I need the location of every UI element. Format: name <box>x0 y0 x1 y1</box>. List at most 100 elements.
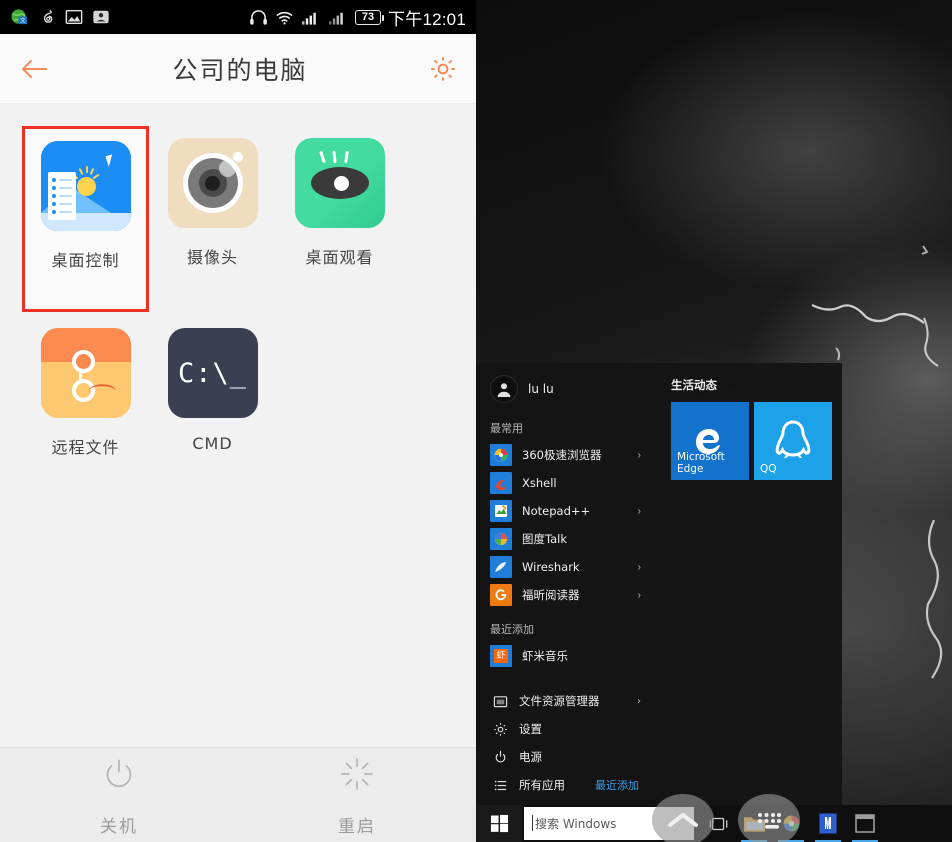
app-camera[interactable]: 摄像头 <box>149 126 276 312</box>
start-menu: lu lu 最常用 360极速浏览器 › Xshell Notepad++ › … <box>476 363 842 805</box>
phone-bottom-bar: 关机 重启 <box>0 747 476 842</box>
start-item-label: 虾米音乐 <box>522 649 568 663</box>
app-remote-file[interactable]: 远程文件 <box>22 316 149 502</box>
windows-desktop-pane: 图像 1.png 测试网络脚本 ROS 虾 虾米音乐 网络问题出口修改.txt … <box>476 0 952 842</box>
start-item-label: Wireshark <box>522 560 580 574</box>
most-used-title: 最常用 <box>490 422 523 435</box>
svg-text:文: 文 <box>20 16 26 24</box>
windows-taskbar: 搜索 Windows <box>476 805 952 842</box>
tile-list: Microsoft Edge QQ <box>671 402 832 480</box>
app-desktop-control[interactable]: 桌面控制 <box>22 126 149 312</box>
start-menu-tiles-column: 生活动态 Microsoft Edge QQ <box>657 363 842 805</box>
search-placeholder-label: 搜索 Windows <box>535 817 617 831</box>
xshell-icon <box>490 472 512 494</box>
start-item-xshell[interactable]: Xshell <box>476 469 657 497</box>
start-item-all-apps[interactable]: 所有应用 最近添加 <box>476 771 657 799</box>
start-menu-bottom-items: 文件资源管理器 › 设置 电源 所有应用 最近添加 <box>476 687 657 805</box>
start-item-label: 所有应用 <box>519 778 565 792</box>
nav-keyboard-button[interactable] <box>738 794 800 842</box>
gear-icon[interactable] <box>428 54 458 84</box>
start-item-foxit-reader[interactable]: 福昕阅读器 › <box>476 581 657 609</box>
remote-file-icon <box>40 328 131 418</box>
chevron-right-icon[interactable]: › <box>638 562 647 573</box>
tile-label: QQ <box>760 463 777 475</box>
keyboard-icon <box>758 813 781 829</box>
app-desktop-view[interactable]: 桌面观看 <box>276 126 403 312</box>
start-button[interactable] <box>476 805 522 842</box>
notepadpp-icon <box>490 500 512 522</box>
app-label: CMD <box>192 434 233 453</box>
start-item-label: Notepad++ <box>522 504 591 518</box>
360-browser-icon <box>490 444 512 466</box>
android-status-bar: 文 73 下午12:01 <box>0 0 476 34</box>
eye-icon <box>294 138 385 228</box>
start-item-label: 360极速浏览器 <box>522 448 602 462</box>
start-item-talk[interactable]: 图度Talk <box>476 525 657 553</box>
desktop-control-icon <box>40 141 131 231</box>
app-grid-row-1: 桌面控制 摄像头 桌面观看 <box>0 126 476 312</box>
app-label: 桌面控制 <box>51 251 120 270</box>
start-item-label: 设置 <box>519 722 542 736</box>
start-item-notepadpp[interactable]: Notepad++ › <box>476 497 657 525</box>
xiami-music-icon: 虾 <box>490 645 512 667</box>
wireshark-icon <box>490 556 512 578</box>
start-item-power[interactable]: 电源 <box>476 743 657 771</box>
app-grid-area: 桌面控制 摄像头 桌面观看 远程文件 C:\_ CMD <box>0 104 476 750</box>
restart-button[interactable]: 重启 <box>238 748 476 842</box>
app-header: 公司的电脑 <box>0 34 476 104</box>
folder-icon <box>492 693 508 709</box>
list-icon <box>492 777 508 793</box>
cmd-icon: C:\_ <box>167 328 258 418</box>
netease-music-icon <box>38 8 56 26</box>
shutdown-label: 关机 <box>100 817 138 837</box>
gallery-icon <box>65 8 83 26</box>
signal-sim2-icon <box>328 9 348 26</box>
shutdown-button[interactable]: 关机 <box>0 748 238 842</box>
username-label: lu lu <box>528 382 554 396</box>
app-label: 桌面观看 <box>305 248 374 267</box>
cmd-glyph: C:\_ <box>177 357 248 389</box>
tiles-group-title: 生活动态 <box>671 378 717 392</box>
chevron-right-icon[interactable]: › <box>638 590 647 601</box>
restart-icon <box>336 753 378 800</box>
status-clock: 下午12:01 <box>388 9 466 29</box>
app-cmd[interactable]: C:\_ CMD <box>149 316 276 502</box>
app-grid-row-2: 远程文件 C:\_ CMD <box>0 316 476 502</box>
translate-icon: 文 <box>10 8 29 27</box>
back-arrow-icon[interactable] <box>18 52 52 86</box>
start-item-label: Xshell <box>522 476 557 490</box>
chevron-right-icon[interactable]: › <box>638 450 647 461</box>
download-icon <box>92 8 110 26</box>
taskbar-wps[interactable] <box>815 812 841 842</box>
page-title: 公司的电脑 <box>172 55 308 85</box>
android-app-pane: 文 73 下午12:01 公司的电脑 桌面控制 摄像头 桌面观看 远程文件 C:… <box>0 0 476 842</box>
nav-expand-button[interactable] <box>652 794 714 842</box>
start-item-360-browser[interactable]: 360极速浏览器 › <box>476 441 657 469</box>
chevron-right-icon[interactable]: › <box>637 696 647 707</box>
restart-label: 重启 <box>338 817 376 837</box>
qq-penguin-icon <box>775 420 811 459</box>
avatar <box>490 375 518 403</box>
headphones-icon <box>249 9 268 26</box>
taskbar-window[interactable] <box>852 812 878 842</box>
start-item-label: 福昕阅读器 <box>522 588 580 602</box>
start-item-xiami-music[interactable]: 虾 虾米音乐 <box>476 642 657 670</box>
start-item-label: 电源 <box>519 750 542 764</box>
start-menu-left-column: lu lu 最常用 360极速浏览器 › Xshell Notepad++ › … <box>476 363 657 805</box>
wifi-icon <box>275 9 294 26</box>
tile-qq[interactable]: QQ <box>754 402 832 480</box>
tile-label: Microsoft Edge <box>677 451 725 475</box>
power-icon <box>492 749 508 765</box>
tile-microsoft-edge[interactable]: Microsoft Edge <box>671 402 749 480</box>
chevron-right-icon[interactable]: › <box>638 506 647 517</box>
foxit-reader-icon <box>490 584 512 606</box>
start-item-settings[interactable]: 设置 <box>476 715 657 743</box>
camera-icon <box>167 138 258 228</box>
start-menu-user[interactable]: lu lu <box>476 375 657 417</box>
app-label: 摄像头 <box>186 248 238 267</box>
talk-icon <box>490 528 512 550</box>
windows-logo-icon <box>490 814 508 833</box>
start-item-file-explorer[interactable]: 文件资源管理器 › <box>476 687 657 715</box>
start-item-wireshark[interactable]: Wireshark › <box>476 553 657 581</box>
status-system-icons: 73 下午12:01 <box>249 5 466 30</box>
